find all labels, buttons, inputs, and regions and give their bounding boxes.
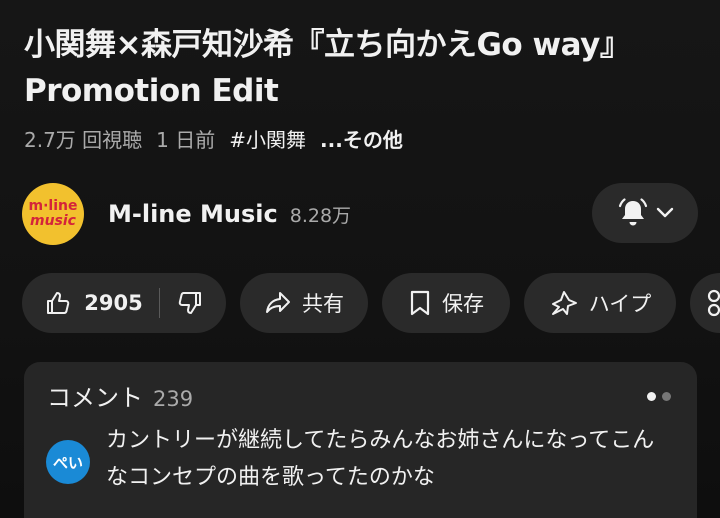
- hype-icon: [549, 289, 579, 317]
- thumbs-up-icon: [44, 289, 72, 317]
- notification-button[interactable]: [592, 183, 698, 243]
- share-label: 共有: [302, 292, 344, 316]
- comments-count: 239: [153, 387, 194, 411]
- hype-label: ハイプ: [588, 292, 652, 316]
- share-icon: [264, 290, 292, 316]
- subscriber-count: 8.28万: [289, 204, 352, 227]
- carousel-dot-active: [647, 392, 656, 401]
- share-button[interactable]: 共有: [240, 273, 368, 333]
- carousel-dots: [647, 392, 671, 401]
- view-count: 2.7万 回視聴: [24, 127, 143, 152]
- more-link[interactable]: ...その他: [320, 124, 403, 153]
- carousel-dot: [662, 392, 671, 401]
- channel-row: m·line music M-line Music 8.28万: [22, 183, 698, 245]
- channel-avatar[interactable]: m·line music: [22, 183, 84, 245]
- comments-header: コメント 239: [47, 378, 193, 413]
- action-bar: 2905 共有 保存 ハイプ: [22, 273, 720, 333]
- save-label: 保存: [442, 292, 484, 316]
- chevron-down-icon: [656, 207, 674, 219]
- download-icon: [704, 288, 720, 318]
- top-comment-text: カントリーが継続してたらみんなお姉さんになってこんなコンセプの曲を歌ってたのかな: [106, 428, 655, 490]
- bookmark-icon: [408, 289, 432, 317]
- save-button[interactable]: 保存: [382, 273, 510, 333]
- hype-button[interactable]: ハイプ: [524, 273, 676, 333]
- more-actions-button[interactable]: [690, 273, 720, 333]
- upload-age: 1 日前: [156, 127, 216, 152]
- like-dislike-group: 2905: [22, 273, 226, 333]
- commenter-avatar: ぺい: [46, 440, 90, 484]
- thumbs-down-icon: [176, 289, 204, 317]
- like-divider: [158, 288, 160, 318]
- like-button[interactable]: 2905: [44, 289, 143, 317]
- comments-title: コメント: [47, 384, 143, 412]
- like-count: 2905: [84, 291, 143, 315]
- comments-panel[interactable]: コメント 239 ぺい カントリーが継続してたらみんなお姉さんになってこんなコン…: [24, 362, 697, 518]
- dislike-button[interactable]: [176, 289, 204, 317]
- hashtag-link[interactable]: #小関舞: [229, 124, 306, 153]
- bell-icon: [616, 197, 650, 229]
- video-meta[interactable]: 2.7万 回視聴 1 日前 #小関舞 ...その他: [24, 123, 403, 153]
- video-title: 小関舞×森戸知沙希『立ち向かえGo way』Promotion Edit: [24, 27, 631, 109]
- avatar-logo-line1: m·line: [28, 198, 78, 214]
- avatar-logo-line2: music: [30, 213, 76, 229]
- channel-name[interactable]: M-line Music: [108, 200, 278, 228]
